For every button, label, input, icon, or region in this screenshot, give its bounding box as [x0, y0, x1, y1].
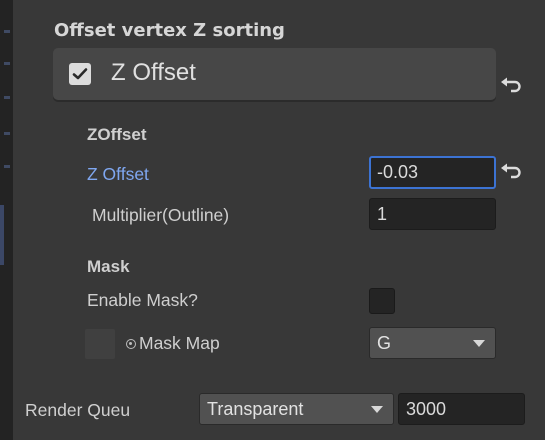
panel-edge-highlight — [0, 205, 4, 265]
dropdown-value: Transparent — [207, 399, 304, 419]
multiplier-outline-field[interactable]: 1 — [369, 198, 496, 230]
panel-edge-marker — [4, 62, 10, 65]
enable-mask-checkbox[interactable] — [369, 288, 395, 314]
panel-edge-marker — [4, 165, 10, 168]
mask-map-texture-slot[interactable] — [85, 329, 115, 359]
dropdown-value: G — [377, 333, 392, 353]
panel-edge-marker — [4, 132, 10, 135]
panel-edge-marker — [4, 30, 10, 33]
z-offset-toggle-checkbox[interactable] — [69, 63, 91, 85]
mask-map-channel-dropdown[interactable]: G — [369, 327, 496, 359]
chevron-down-icon — [371, 406, 383, 413]
revert-icon[interactable] — [500, 76, 522, 98]
render-queue-value-field[interactable]: 3000 — [398, 393, 525, 425]
multiplier-outline-label: Multiplier(Outline) — [92, 205, 230, 225]
z-offset-foldout[interactable]: Z Offset — [53, 48, 496, 100]
mask-map-label-text: Mask Map — [139, 333, 220, 353]
mask-group-header: Mask — [87, 257, 130, 276]
revert-icon[interactable] — [500, 162, 522, 184]
enable-mask-label: Enable Mask? — [87, 290, 198, 310]
section-title: Offset vertex Z sorting — [54, 20, 285, 41]
checkmark-icon — [72, 68, 88, 80]
object-picker-icon[interactable] — [126, 339, 136, 349]
chevron-down-icon — [473, 340, 485, 347]
left-panel-edge — [0, 0, 13, 440]
render-queue-mode-dropdown[interactable]: Transparent — [199, 393, 394, 425]
panel-edge-marker — [4, 96, 10, 99]
z-offset-label: Z Offset — [87, 164, 149, 184]
render-queue-label: Render Queu — [25, 400, 131, 420]
z-offset-field[interactable]: -0.03 — [369, 156, 496, 189]
foldout-label: Z Offset — [111, 59, 196, 86]
zoffset-group-header: ZOffset — [87, 125, 147, 144]
